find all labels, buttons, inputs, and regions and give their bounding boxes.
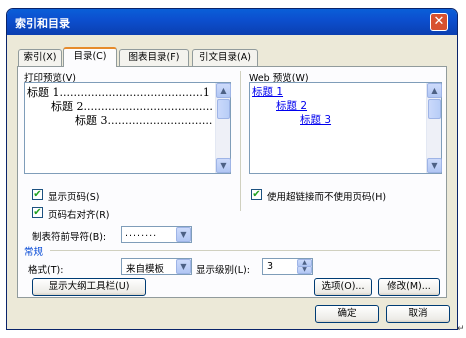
format-label: 格式(T): xyxy=(28,265,64,276)
show-outline-toolbar-button[interactable]: 显示大纲工具栏(U) xyxy=(32,278,146,296)
tab-figures[interactable]: 图表目录(F) xyxy=(119,49,189,66)
ok-button[interactable]: 确定 xyxy=(315,305,379,323)
right-align-label: 页码右对齐(R) xyxy=(48,210,110,221)
scroll-up-icon[interactable]: ▲ xyxy=(427,83,442,98)
tab-leader-label: 制表符前导符(B): xyxy=(32,232,107,243)
print-preview-box: 标题 1....................................… xyxy=(24,82,231,174)
chevron-down-icon[interactable]: ▼ xyxy=(176,259,191,274)
web-preview-link[interactable]: 标题 2 xyxy=(276,98,307,113)
show-page-numbers-label: 显示页码(S) xyxy=(48,192,100,203)
tab-leader-value: ........ xyxy=(125,228,158,239)
title-bar[interactable]: 索引和目录 ✕ xyxy=(7,9,457,35)
levels-label: 显示级别(L): xyxy=(196,265,250,276)
use-hyperlinks-label: 使用超链接而不使用页码(H) xyxy=(267,192,387,203)
scroll-thumb[interactable] xyxy=(428,99,441,119)
web-preview-scrollbar[interactable]: ▲ ▼ xyxy=(426,83,442,173)
show-page-numbers-checkbox[interactable]: ✔ xyxy=(32,189,43,200)
tab-leader-select[interactable]: ........ ▼ xyxy=(121,226,192,243)
tab-citations[interactable]: 引文目录(A) xyxy=(192,49,258,66)
vertical-divider xyxy=(240,71,241,211)
scroll-down-icon[interactable]: ▼ xyxy=(427,158,442,173)
format-select[interactable]: 来自模板 ▼ xyxy=(121,258,192,275)
web-preview-box: 标题 1 标题 2 标题 3 ▲ ▼ xyxy=(249,82,442,174)
web-preview-link[interactable]: 标题 1 xyxy=(252,84,283,99)
use-hyperlinks-checkbox[interactable]: ✔ xyxy=(251,189,262,200)
tab-panel: 打印预览(V) 标题 1............................… xyxy=(17,66,447,298)
tab-toc[interactable]: 目录(C) xyxy=(63,47,117,67)
return-mark-icon: ↵ xyxy=(457,324,465,334)
scroll-up-icon[interactable]: ▲ xyxy=(216,83,231,98)
levels-value: 3 xyxy=(267,261,274,272)
levels-stepper[interactable]: 3 ▲ ▼ xyxy=(262,258,313,275)
chevron-down-icon[interactable]: ▼ xyxy=(176,227,191,242)
tab-index[interactable]: 索引(X) xyxy=(18,49,62,66)
scroll-down-icon[interactable]: ▼ xyxy=(216,158,231,173)
modify-button[interactable]: 修改(M)... xyxy=(378,278,440,296)
print-preview-line: 标题 3...............................5 xyxy=(75,114,213,127)
print-preview-scrollbar[interactable]: ▲ ▼ xyxy=(215,83,231,173)
right-align-checkbox[interactable]: ✔ xyxy=(32,207,43,218)
section-divider xyxy=(50,250,440,251)
scroll-thumb[interactable] xyxy=(217,99,230,119)
general-section-label: 常规 xyxy=(24,247,44,258)
options-button[interactable]: 选项(O)... xyxy=(314,278,372,296)
stepper-down-icon[interactable]: ▼ xyxy=(297,266,312,274)
close-icon[interactable]: ✕ xyxy=(430,13,448,31)
web-preview-link[interactable]: 标题 3 xyxy=(300,112,331,127)
toc-dialog: 索引和目录 ✕ 索引(X) 目录(C) 图表目录(F) 引文目录(A) 打印预览… xyxy=(6,8,458,330)
dialog-title: 索引和目录 xyxy=(15,17,70,30)
format-value: 来自模板 xyxy=(126,264,165,275)
cancel-button[interactable]: 取消 xyxy=(386,305,450,323)
